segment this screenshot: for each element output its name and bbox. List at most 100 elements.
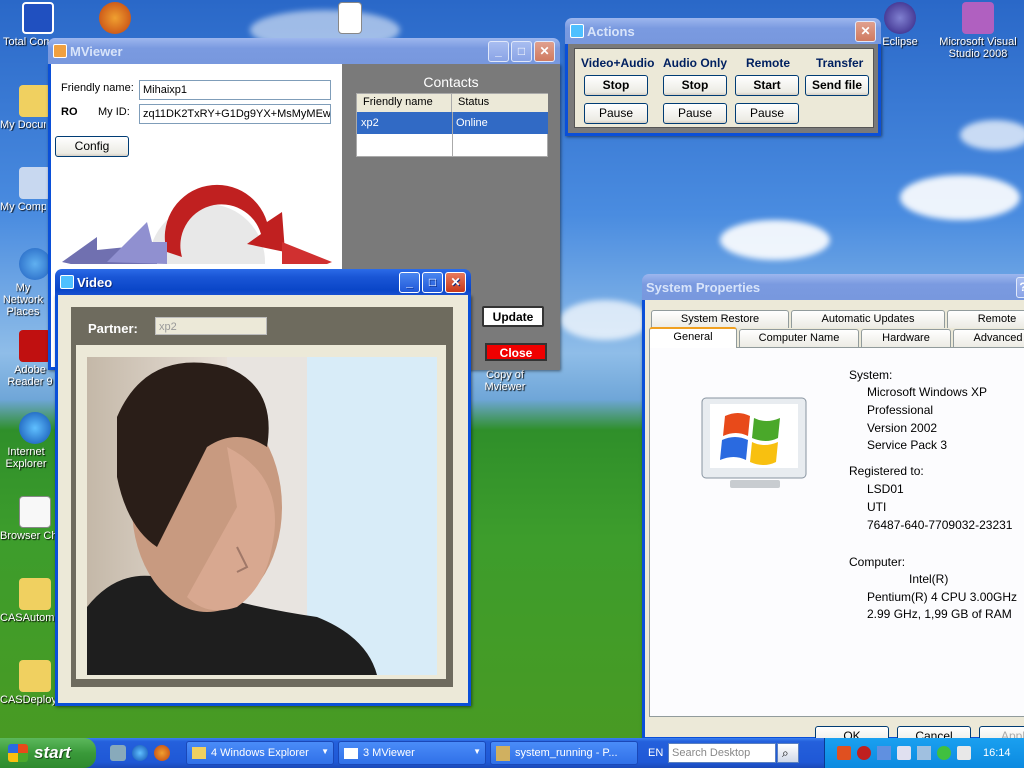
tab-automatic-updates[interactable]: Automatic Updates <box>791 310 945 328</box>
security-icon[interactable] <box>857 746 871 760</box>
computer-line: Intel(R) <box>909 572 949 586</box>
app-icon <box>570 24 584 38</box>
audio-only-stop-button[interactable]: Stop <box>663 75 727 96</box>
column-header-status[interactable]: Status <box>452 94 548 112</box>
clock[interactable]: 16:14 <box>983 747 1011 759</box>
contacts-table: Friendly name Status xp2 Online <box>356 93 548 157</box>
desktop-search-input[interactable]: Search Desktop <box>668 743 776 763</box>
tray-icon[interactable] <box>937 746 951 760</box>
start-button[interactable]: start <box>0 738 96 768</box>
desktop-icon-firefox[interactable] <box>80 2 150 36</box>
system-label: System: <box>849 368 893 382</box>
person-video <box>87 362 377 675</box>
checklist-icon <box>19 496 51 528</box>
dropdown-arrow-icon: ▼ <box>473 747 481 756</box>
video-frame <box>76 345 446 679</box>
contacts-title: Contacts <box>423 74 479 90</box>
language-indicator[interactable]: EN <box>648 747 663 759</box>
video-window: Video _ □ ✕ Partner: xp2 <box>55 269 471 706</box>
dropdown-arrow-icon: ▼ <box>321 747 329 756</box>
help-button[interactable]: ? <box>1016 277 1024 298</box>
taskbar-item-mviewer[interactable]: 3 MViewer ▼ <box>338 741 486 765</box>
mviewer-logo <box>62 184 332 264</box>
tab-computer-name[interactable]: Computer Name <box>739 329 859 347</box>
cloud <box>900 175 1020 220</box>
maximize-button[interactable]: □ <box>511 41 532 62</box>
system-line: Microsoft Windows XP <box>867 385 988 399</box>
col-header-remote: Remote <box>746 56 791 70</box>
update-button[interactable]: Update <box>482 306 544 327</box>
taskbar-item-system-running[interactable]: system_running - P... <box>490 741 638 765</box>
globe-icon <box>19 248 51 280</box>
minimize-button[interactable]: _ <box>488 41 509 62</box>
actions-titlebar[interactable]: Actions ✕ <box>565 18 881 44</box>
remote-pause-button[interactable]: Pause <box>735 103 799 124</box>
friendly-name-label: Friendly name: <box>61 82 134 94</box>
tray-icon[interactable] <box>837 746 851 760</box>
taskbar: start 4 Windows Explorer ▼ 3 MViewer ▼ sys… <box>0 738 1024 768</box>
eclipse-icon <box>884 2 916 34</box>
config-button[interactable]: Config <box>55 136 129 157</box>
tab-hardware[interactable]: Hardware <box>861 329 951 347</box>
computer-line: Pentium(R) 4 CPU 3.00GHz <box>867 590 1018 604</box>
computer-label: Computer: <box>849 555 906 569</box>
tab-system-restore[interactable]: System Restore <box>651 310 789 328</box>
mviewer-titlebar[interactable]: MViewer _ □ ✕ <box>48 38 560 64</box>
video-panel: Partner: xp2 <box>71 307 453 687</box>
tray-icon[interactable] <box>897 746 911 760</box>
window-title: Actions <box>587 24 635 39</box>
folder-icon <box>19 660 51 692</box>
cloud <box>960 120 1024 150</box>
tab-remote[interactable]: Remote <box>947 310 1024 328</box>
column-header-friendly-name[interactable]: Friendly name <box>357 94 452 112</box>
close-button[interactable]: ✕ <box>855 21 876 42</box>
send-file-button[interactable]: Send file <box>805 75 869 96</box>
contact-status: Online <box>456 117 488 129</box>
desktop-icon-document[interactable] <box>315 2 385 36</box>
sysprops-titlebar[interactable]: System Properties ? <box>642 274 1024 300</box>
window-icon <box>344 748 358 759</box>
system-line: Service Pack 3 <box>867 438 948 452</box>
firefox-icon <box>99 2 131 34</box>
document-icon <box>338 2 362 34</box>
registered-label: Registered to: <box>849 464 924 478</box>
system-line: Professional <box>867 403 934 417</box>
contact-name: xp2 <box>361 117 379 129</box>
windows-logo-icon <box>701 397 807 488</box>
col-header-video-audio: Video+Audio <box>581 56 655 70</box>
folder-icon <box>19 578 51 610</box>
remote-start-button[interactable]: Start <box>735 75 799 96</box>
video-audio-stop-button[interactable]: Stop <box>584 75 648 96</box>
windows-flag-icon <box>8 744 28 762</box>
network-icon[interactable] <box>877 746 891 760</box>
my-id-field[interactable]: zq11DK2TxRY+G1Dg9YX+MsMyMEw <box>139 104 331 124</box>
app-icon <box>53 44 67 58</box>
taskbar-item-windows-explorer[interactable]: 4 Windows Explorer ▼ <box>186 741 334 765</box>
minimize-button[interactable]: _ <box>399 272 420 293</box>
audio-only-pause-button[interactable]: Pause <box>663 103 727 124</box>
general-tab-panel: System: Microsoft Windows XP Professiona… <box>649 347 1024 717</box>
country-code: RO <box>61 106 78 118</box>
registered-line: UTI <box>867 500 887 514</box>
visual-studio-icon <box>962 2 994 34</box>
computer-icon <box>19 167 51 199</box>
pdf-icon <box>19 330 51 362</box>
volume-icon[interactable] <box>957 746 971 760</box>
maximize-button[interactable]: □ <box>422 272 443 293</box>
search-button[interactable]: ⌕ <box>777 743 799 763</box>
ie-quicklaunch-icon[interactable] <box>132 745 148 761</box>
window-title: System Properties <box>646 280 761 295</box>
tray-icon[interactable] <box>917 746 931 760</box>
desktop-icon-visual-studio[interactable]: Microsoft Visual Studio 2008 <box>938 2 1018 60</box>
video-feed <box>87 357 437 675</box>
close-app-button[interactable]: Close <box>485 343 547 361</box>
video-audio-pause-button[interactable]: Pause <box>584 103 648 124</box>
firefox-quicklaunch-icon[interactable] <box>154 745 170 761</box>
video-titlebar[interactable]: Video _ □ ✕ <box>55 269 471 295</box>
show-desktop-icon[interactable] <box>110 745 126 761</box>
tab-advanced[interactable]: Advanced <box>953 329 1024 347</box>
friendly-name-field[interactable]: Mihaixp1 <box>139 80 331 100</box>
tab-general[interactable]: General <box>649 327 737 348</box>
close-button[interactable]: ✕ <box>445 272 466 293</box>
close-button[interactable]: ✕ <box>534 41 555 62</box>
